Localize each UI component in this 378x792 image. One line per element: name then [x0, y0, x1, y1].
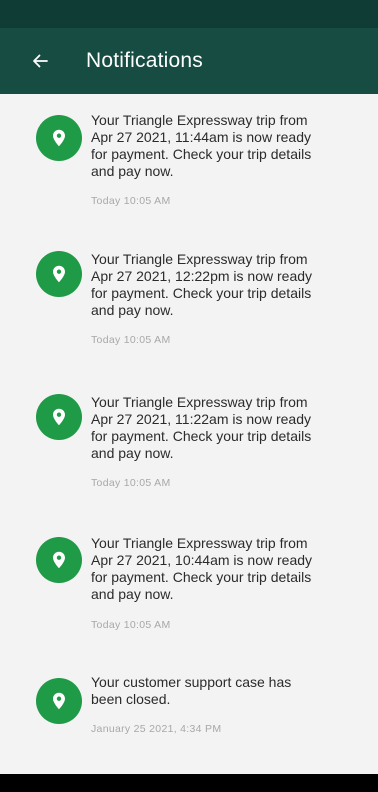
notification-time: Today 10:05 AM	[91, 195, 171, 207]
notification-message: Your customer support case has been clos…	[91, 674, 292, 707]
notification-time: Today 10:05 AM	[91, 334, 171, 346]
location-pin-icon	[36, 251, 82, 297]
notification-time: January 25 2021, 4:34 PM	[91, 723, 222, 735]
notification-list: Your Triangle Expressway trip from Apr 2…	[0, 94, 378, 774]
notification-item[interactable]: Your Triangle Expressway trip from Apr 2…	[0, 523, 378, 666]
notification-message: Your Triangle Expressway trip from Apr 2…	[91, 112, 312, 179]
page-title: Notifications	[86, 49, 203, 72]
notification-message: Your Triangle Expressway trip from Apr 2…	[91, 251, 313, 318]
navigation-bar	[0, 774, 378, 792]
location-pin-icon	[36, 115, 82, 161]
notification-time: Today 10:05 AM	[91, 477, 171, 489]
notification-message: Your Triangle Expressway trip from Apr 2…	[91, 535, 313, 602]
notification-item[interactable]: Your customer support case has been clos…	[0, 666, 378, 774]
notification-message: Your Triangle Expressway trip from Apr 2…	[91, 394, 312, 461]
back-button[interactable]	[20, 41, 60, 81]
back-arrow-icon	[33, 54, 48, 68]
location-pin-icon	[36, 537, 82, 583]
location-pin-icon	[36, 678, 82, 724]
notification-time: Today 10:05 AM	[91, 619, 171, 631]
notification-item[interactable]: Your Triangle Expressway trip from Apr 2…	[0, 237, 378, 380]
notification-item[interactable]: Your Triangle Expressway trip from Apr 2…	[0, 94, 378, 237]
location-pin-icon	[36, 394, 82, 440]
notification-item[interactable]: Your Triangle Expressway trip from Apr 2…	[0, 380, 378, 523]
status-bar	[0, 0, 378, 28]
app-bar: Notifications	[0, 28, 378, 94]
